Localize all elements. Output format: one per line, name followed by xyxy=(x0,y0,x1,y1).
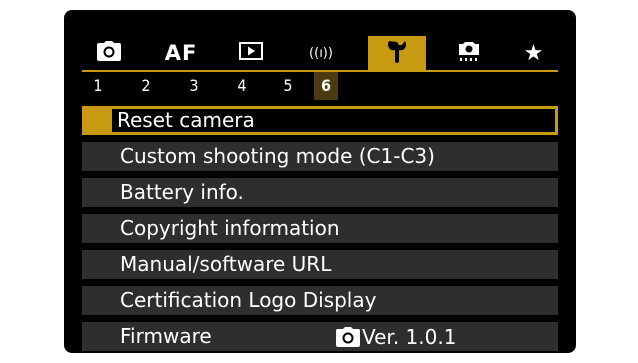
tab-wireless[interactable]: ((ı)) xyxy=(294,36,348,70)
menu-item-copyright-information[interactable]: Copyright information xyxy=(82,214,558,243)
camera-icon xyxy=(336,326,360,347)
menu-item-label: Battery info. xyxy=(120,180,244,204)
star-icon: ★ xyxy=(523,40,545,66)
menu-item-certification-logo-display[interactable]: Certification Logo Display xyxy=(82,286,558,315)
menu-item-manual-software-url[interactable]: Manual/software URL xyxy=(82,250,558,279)
menu-item-reset-camera[interactable]: Reset camera xyxy=(82,106,558,135)
menu-tab-bar: AF ((ı)) ★ xyxy=(82,36,558,70)
setup-menu-list: Reset camera Custom shooting mode (C1-C3… xyxy=(82,106,558,353)
camera-menu-screen: AF ((ı)) ★ 1 2 3 4 5 6 Reset camera Cust… xyxy=(64,10,576,353)
page-1[interactable]: 1 xyxy=(86,72,110,100)
tab-playback[interactable] xyxy=(224,36,278,70)
wireless-icon: ((ı)) xyxy=(309,45,333,61)
tab-setup[interactable] xyxy=(368,36,426,70)
tab-af-label: AF xyxy=(164,41,198,65)
page-number-bar: 1 2 3 4 5 6 xyxy=(82,70,558,100)
menu-item-label: Reset camera xyxy=(117,108,255,132)
tab-af[interactable]: AF xyxy=(154,36,208,70)
page-3[interactable]: 3 xyxy=(182,72,206,100)
menu-item-label: Firmware xyxy=(120,324,212,348)
tab-my-menu[interactable]: ★ xyxy=(510,36,558,70)
tab-custom-functions[interactable] xyxy=(442,36,496,70)
wrench-icon xyxy=(386,39,408,67)
page-4[interactable]: 4 xyxy=(230,72,254,100)
menu-item-label: Manual/software URL xyxy=(120,252,332,276)
menu-item-custom-shooting-mode[interactable]: Custom shooting mode (C1-C3) xyxy=(82,142,558,171)
page-6[interactable]: 6 xyxy=(314,72,338,100)
firmware-version: Ver. 1.0.1 xyxy=(336,322,456,351)
custom-functions-icon xyxy=(457,40,481,66)
tab-shooting[interactable] xyxy=(82,36,136,70)
firmware-version-text: Ver. 1.0.1 xyxy=(362,324,457,349)
camera-icon xyxy=(97,41,121,65)
page-2[interactable]: 2 xyxy=(134,72,158,100)
menu-item-firmware[interactable]: Firmware Ver. 1.0.1 xyxy=(82,322,558,351)
menu-item-battery-info[interactable]: Battery info. xyxy=(82,178,558,207)
menu-item-label: Custom shooting mode (C1-C3) xyxy=(120,144,435,168)
menu-item-label: Certification Logo Display xyxy=(120,288,377,312)
page-5[interactable]: 5 xyxy=(276,72,300,100)
playback-icon xyxy=(239,42,263,64)
menu-item-label: Copyright information xyxy=(120,216,340,240)
